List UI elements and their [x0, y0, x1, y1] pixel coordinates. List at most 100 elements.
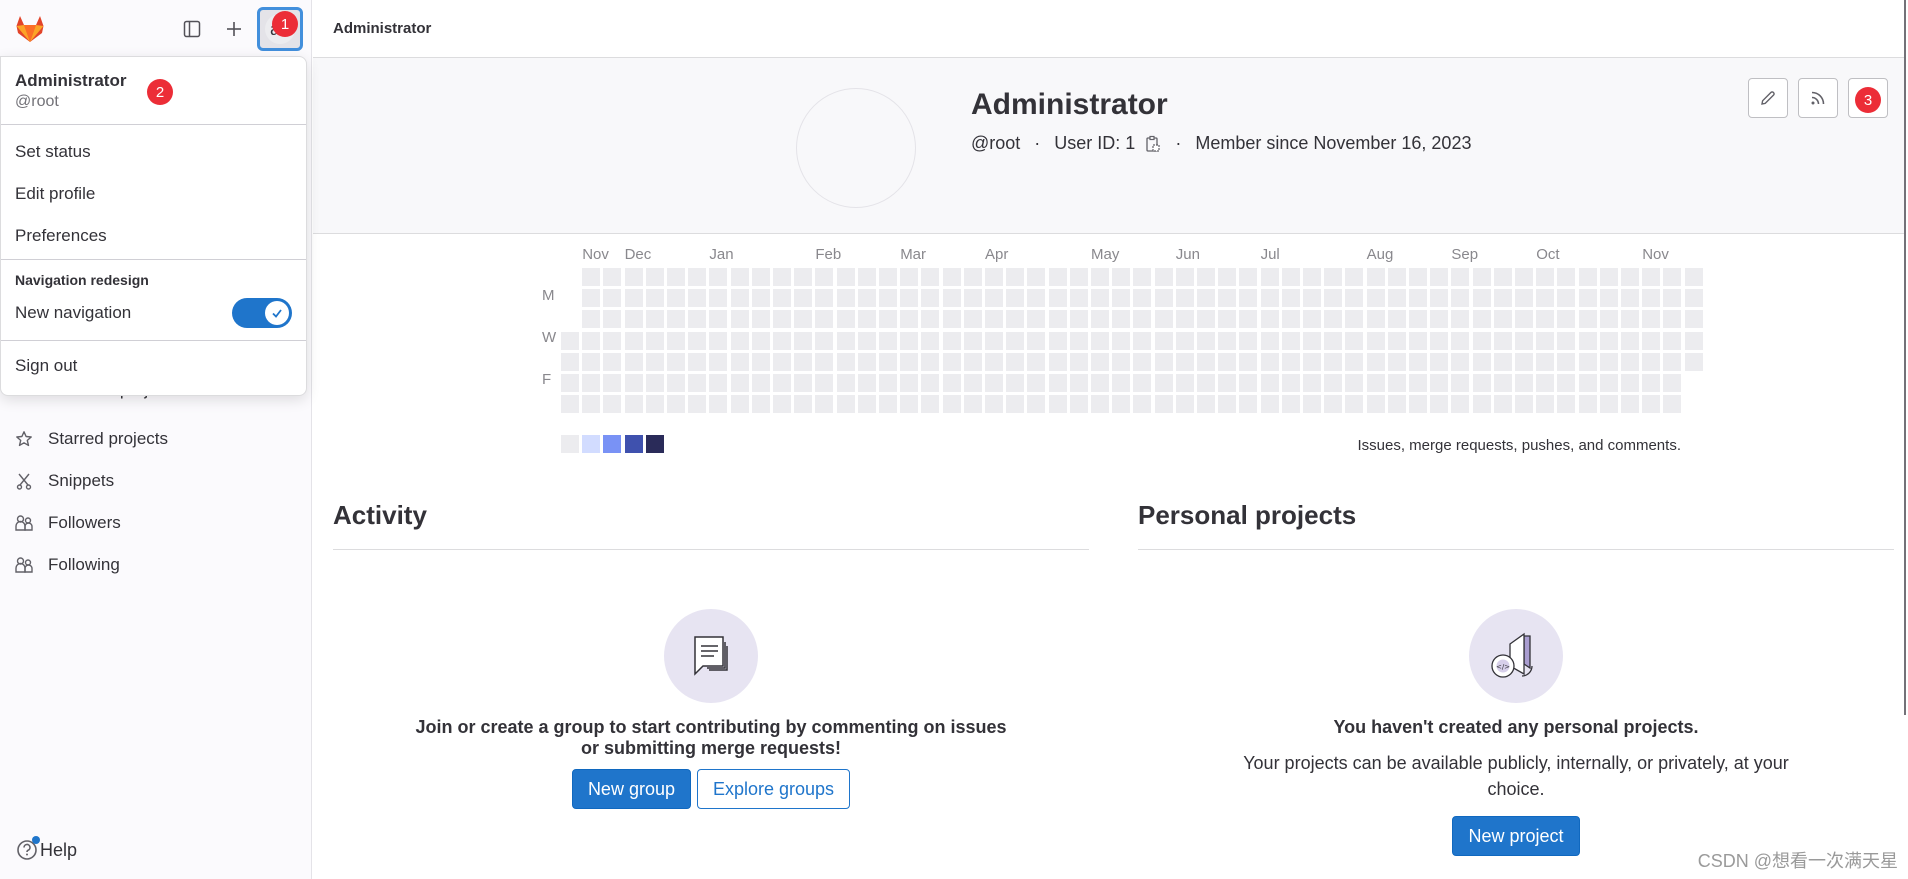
calendar-day-cell[interactable] — [688, 289, 707, 308]
calendar-day-cell[interactable] — [582, 352, 601, 371]
calendar-day-cell[interactable] — [1599, 395, 1618, 414]
sidebar-item-starred-projects[interactable]: Starred projects — [0, 418, 312, 460]
calendar-day-cell[interactable] — [1324, 331, 1343, 350]
calendar-day-cell[interactable] — [1578, 289, 1597, 308]
calendar-day-cell[interactable] — [1621, 395, 1639, 414]
calendar-day-cell[interactable] — [667, 352, 685, 371]
calendar-day-cell[interactable] — [1239, 289, 1258, 308]
menu-item-edit-profile[interactable]: Edit profile — [1, 173, 306, 215]
calendar-day-cell[interactable] — [1409, 268, 1427, 286]
calendar-day-cell[interactable] — [794, 395, 813, 414]
calendar-day-cell[interactable] — [1260, 268, 1279, 286]
calendar-day-cell[interactable] — [1154, 268, 1173, 286]
calendar-day-cell[interactable] — [667, 374, 685, 392]
calendar-day-cell[interactable] — [1175, 352, 1194, 371]
calendar-day-cell[interactable] — [645, 352, 664, 371]
calendar-day-cell[interactable] — [1069, 331, 1088, 350]
calendar-day-cell[interactable] — [1430, 310, 1449, 329]
calendar-day-cell[interactable] — [1069, 374, 1088, 392]
calendar-day-cell[interactable] — [942, 310, 961, 329]
calendar-day-cell[interactable] — [1324, 310, 1343, 329]
copy-icon[interactable] — [1145, 135, 1161, 153]
calendar-day-cell[interactable] — [582, 289, 601, 308]
calendar-day-cell[interactable] — [1218, 268, 1237, 286]
calendar-day-cell[interactable] — [857, 352, 876, 371]
calendar-day-cell[interactable] — [1557, 331, 1576, 350]
calendar-day-cell[interactable] — [645, 331, 664, 350]
calendar-day-cell[interactable] — [1048, 289, 1067, 308]
calendar-day-cell[interactable] — [1154, 310, 1173, 329]
calendar-day-cell[interactable] — [1154, 374, 1173, 392]
calendar-day-cell[interactable] — [1578, 395, 1597, 414]
calendar-day-cell[interactable] — [603, 310, 622, 329]
calendar-day-cell[interactable] — [900, 289, 919, 308]
calendar-day-cell[interactable] — [1006, 310, 1025, 329]
calendar-day-cell[interactable] — [1451, 289, 1470, 308]
calendar-day-cell[interactable] — [1430, 374, 1449, 392]
calendar-day-cell[interactable] — [1006, 374, 1025, 392]
calendar-day-cell[interactable] — [857, 310, 876, 329]
calendar-day-cell[interactable] — [1557, 374, 1576, 392]
calendar-day-cell[interactable] — [836, 395, 855, 414]
calendar-day-cell[interactable] — [1239, 395, 1258, 414]
calendar-day-cell[interactable] — [1536, 289, 1555, 308]
calendar-day-cell[interactable] — [1069, 352, 1088, 371]
calendar-day-cell[interactable] — [1175, 331, 1194, 350]
calendar-day-cell[interactable] — [1642, 268, 1661, 286]
calendar-day-cell[interactable] — [879, 374, 897, 392]
calendar-day-cell[interactable] — [900, 331, 919, 350]
calendar-day-cell[interactable] — [1493, 331, 1512, 350]
calendar-day-cell[interactable] — [921, 268, 940, 286]
calendar-day-cell[interactable] — [1409, 352, 1427, 371]
calendar-day-cell[interactable] — [645, 268, 664, 286]
calendar-day-cell[interactable] — [1048, 331, 1067, 350]
calendar-day-cell[interactable] — [1387, 289, 1406, 308]
calendar-day-cell[interactable] — [1239, 352, 1258, 371]
calendar-day-cell[interactable] — [1345, 310, 1364, 329]
calendar-day-cell[interactable] — [1515, 289, 1533, 308]
calendar-day-cell[interactable] — [1663, 310, 1682, 329]
calendar-day-cell[interactable] — [1409, 289, 1427, 308]
calendar-day-cell[interactable] — [688, 268, 707, 286]
calendar-day-cell[interactable] — [921, 374, 940, 392]
calendar-day-cell[interactable] — [582, 268, 601, 286]
calendar-day-cell[interactable] — [582, 374, 601, 392]
calendar-day-cell[interactable] — [773, 331, 791, 350]
calendar-day-cell[interactable] — [921, 310, 940, 329]
calendar-day-cell[interactable] — [942, 268, 961, 286]
calendar-day-cell[interactable] — [1387, 268, 1406, 286]
calendar-day-cell[interactable] — [1303, 289, 1321, 308]
calendar-day-cell[interactable] — [985, 289, 1003, 308]
calendar-day-cell[interactable] — [921, 289, 940, 308]
calendar-day-cell[interactable] — [773, 374, 791, 392]
calendar-day-cell[interactable] — [879, 310, 897, 329]
calendar-day-cell[interactable] — [1197, 289, 1215, 308]
calendar-day-cell[interactable] — [794, 352, 813, 371]
calendar-day-cell[interactable] — [963, 310, 982, 329]
calendar-day-cell[interactable] — [1515, 395, 1533, 414]
calendar-day-cell[interactable] — [1387, 395, 1406, 414]
gitlab-logo[interactable] — [14, 13, 46, 45]
calendar-day-cell[interactable] — [879, 331, 897, 350]
calendar-day-cell[interactable] — [1451, 395, 1470, 414]
calendar-day-cell[interactable] — [1175, 289, 1194, 308]
calendar-day-cell[interactable] — [1239, 310, 1258, 329]
calendar-day-cell[interactable] — [985, 268, 1003, 286]
calendar-day-cell[interactable] — [730, 352, 749, 371]
new-project-button[interactable]: New project — [1452, 816, 1580, 856]
calendar-day-cell[interactable] — [1557, 289, 1576, 308]
calendar-day-cell[interactable] — [1303, 268, 1321, 286]
calendar-day-cell[interactable] — [667, 289, 685, 308]
calendar-day-cell[interactable] — [688, 331, 707, 350]
calendar-day-cell[interactable] — [1218, 310, 1237, 329]
calendar-day-cell[interactable] — [1430, 289, 1449, 308]
calendar-day-cell[interactable] — [1069, 268, 1088, 286]
calendar-day-cell[interactable] — [624, 310, 643, 329]
calendar-day-cell[interactable] — [1472, 289, 1491, 308]
calendar-day-cell[interactable] — [1430, 395, 1449, 414]
calendar-day-cell[interactable] — [1303, 331, 1321, 350]
calendar-day-cell[interactable] — [1303, 310, 1321, 329]
calendar-day-cell[interactable] — [1303, 352, 1321, 371]
calendar-day-cell[interactable] — [688, 374, 707, 392]
calendar-day-cell[interactable] — [857, 395, 876, 414]
